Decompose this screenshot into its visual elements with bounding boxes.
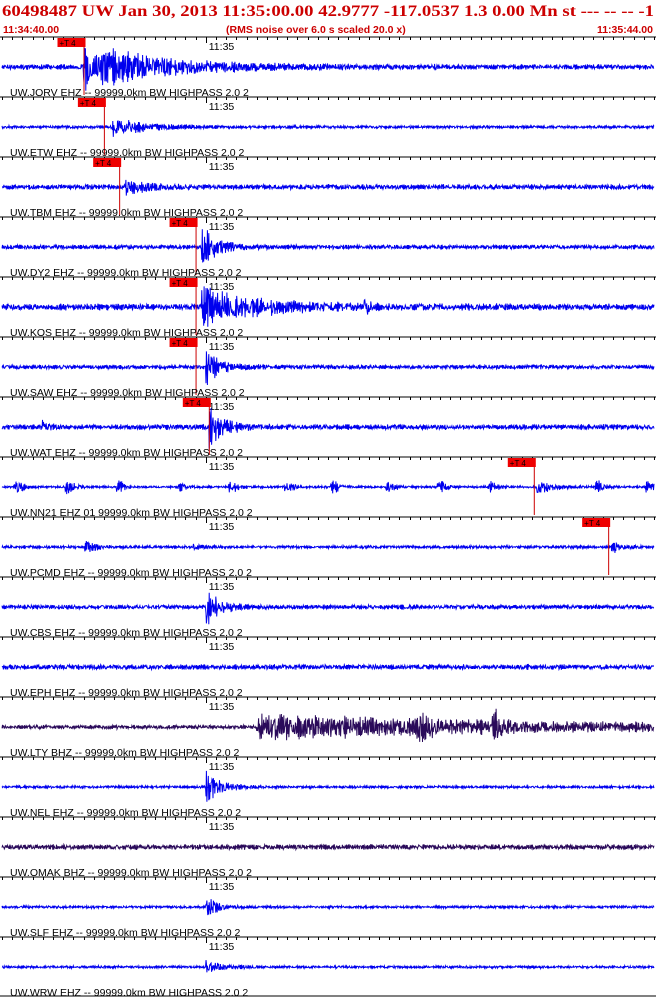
page-title: 60498487 UW Jan 30, 2013 11:35:00.00 42.… [2, 3, 654, 20]
pick-label: +T 4 [172, 339, 189, 348]
minute-mark-label: 11:35 [209, 521, 235, 533]
minute-mark-label: 11:35 [209, 761, 235, 773]
minute-mark-label: 11:35 [209, 41, 235, 53]
minute-mark-label: 11:35 [209, 101, 235, 113]
minute-mark-label: 11:35 [209, 701, 235, 713]
minute-mark-label: 11:35 [209, 821, 235, 833]
minute-mark-label: 11:35 [209, 221, 235, 233]
minute-mark-label: 11:35 [209, 161, 235, 173]
minute-mark-label: 11:35 [209, 881, 235, 893]
end-time-label: 11:35:44.00 [597, 24, 653, 36]
minute-mark-label: 11:35 [209, 581, 235, 593]
pick-label: +T 4 [60, 39, 77, 48]
seismogram-chart: 60498487 UW Jan 30, 2013 11:35:00.00 42.… [0, 0, 656, 998]
start-time-label: 11:34:40.00 [3, 24, 59, 36]
subtitle: (RMS noise over 6.0 s scaled 20.0 x) [226, 24, 406, 36]
pick-label: +T 4 [172, 219, 189, 228]
pick-label: +T 4 [584, 519, 601, 528]
pick-label: +T 4 [172, 279, 189, 288]
pick-label: +T 4 [185, 399, 202, 408]
minute-mark-label: 11:35 [209, 281, 235, 293]
minute-mark-label: 11:35 [209, 941, 235, 953]
pick-label: +T 4 [80, 99, 97, 108]
pick-label: +T 4 [510, 459, 527, 468]
minute-mark-label: 11:35 [209, 341, 235, 353]
minute-mark-label: 11:35 [209, 641, 235, 653]
minute-mark-label: 11:35 [209, 461, 235, 473]
pick-label: +T 4 [95, 159, 112, 168]
minute-mark-label: 11:35 [209, 401, 235, 413]
